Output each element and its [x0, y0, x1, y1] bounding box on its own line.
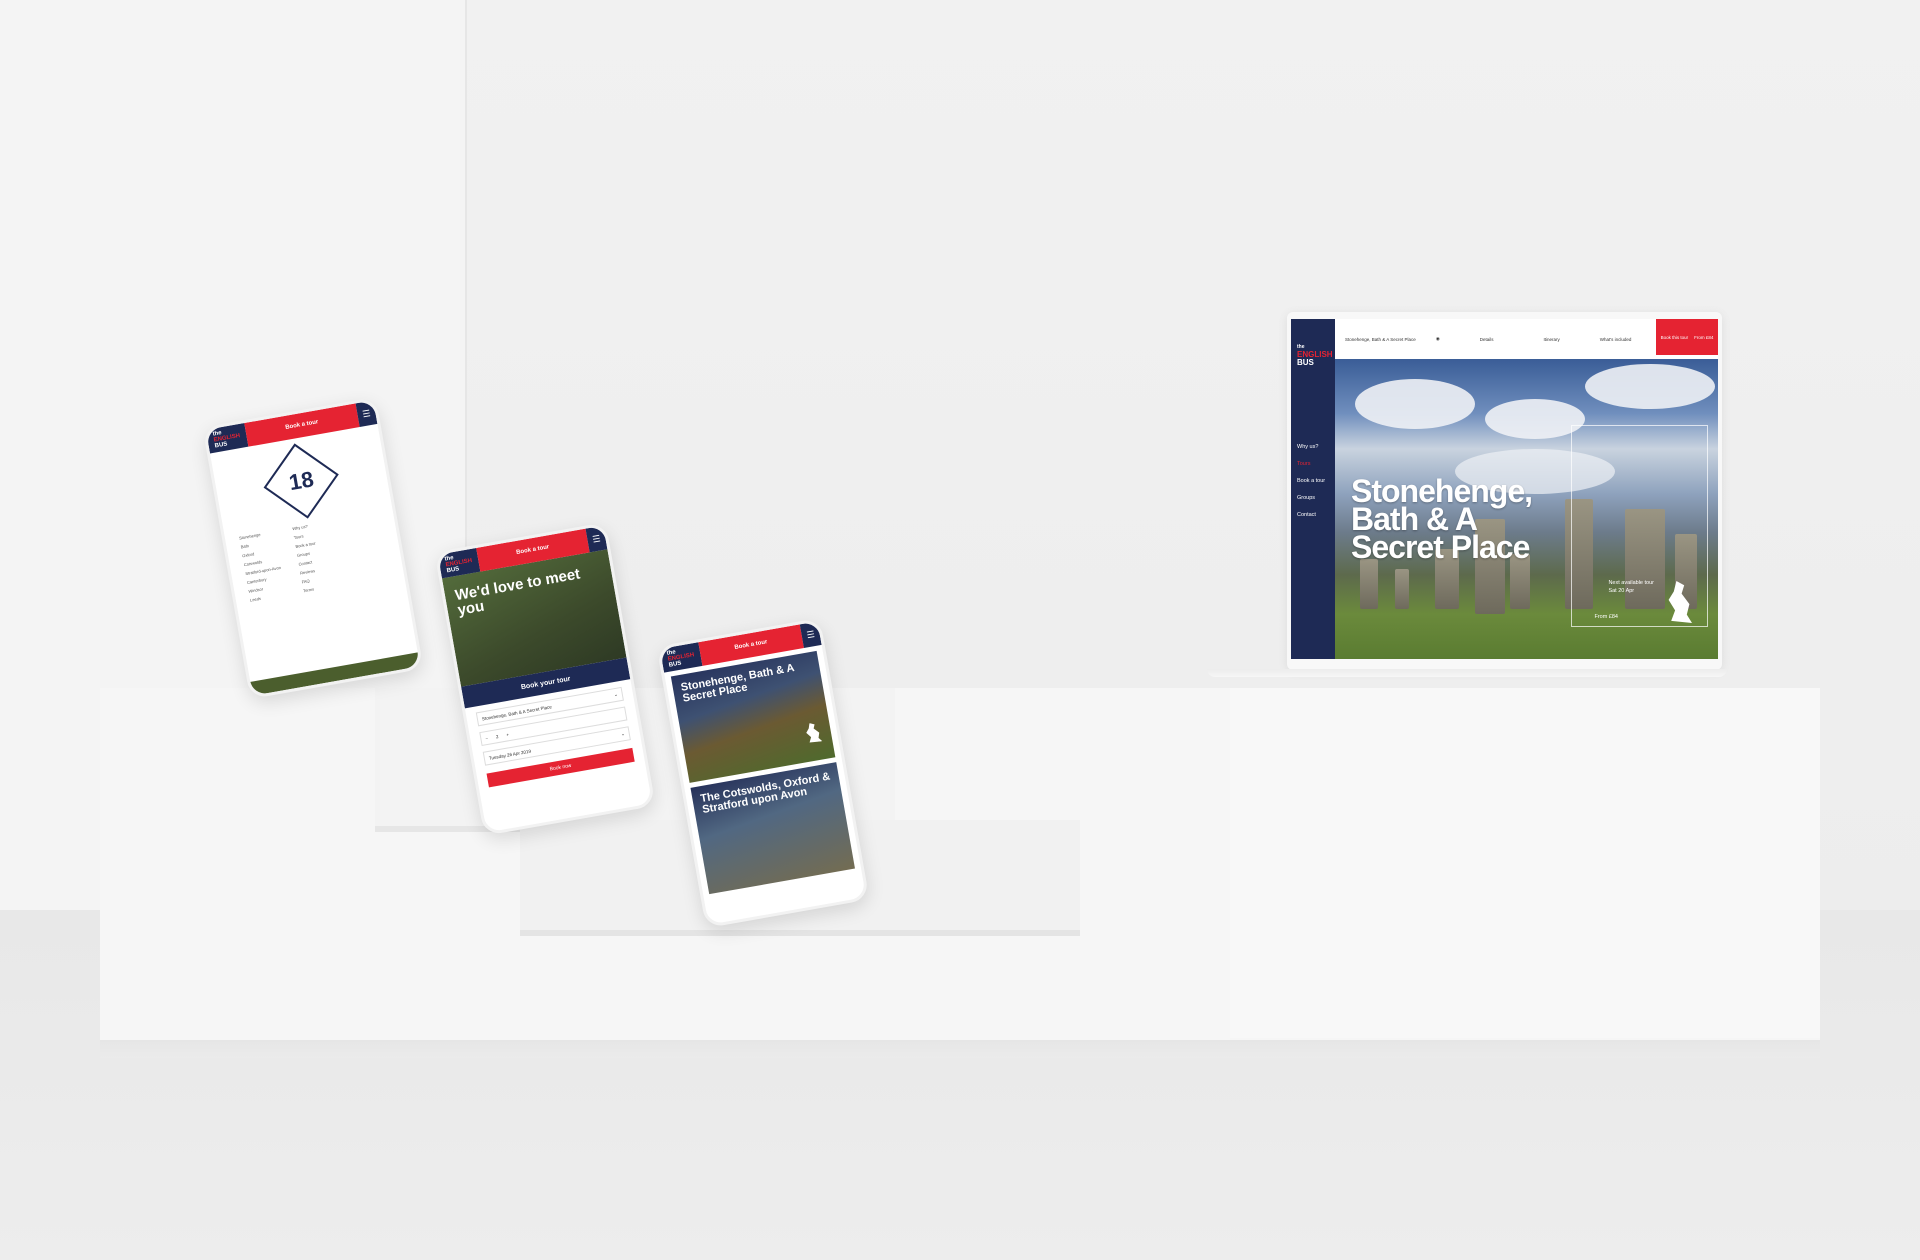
info-frame: [1571, 425, 1708, 627]
step-shadow: [520, 930, 1080, 936]
sidebar-item-why-us[interactable]: Why us?: [1297, 444, 1318, 450]
menu-icon[interactable]: ☰: [799, 621, 822, 648]
sitemap-link[interactable]: Why us?: [292, 523, 313, 532]
chevron-down-icon: ⌄: [613, 691, 619, 698]
sitemap-columns: Stonehenge Bath Oxford Cotswolds Stratfo…: [224, 501, 406, 613]
sitemap-link[interactable]: Contact: [298, 558, 319, 566]
tour-card[interactable]: The Cotswolds, Oxford & Stratford upon A…: [690, 762, 855, 895]
hero-title: Stonehenge, Bath & A Secret Place: [1351, 473, 1533, 565]
badge-diamond: 18: [263, 443, 339, 519]
sitemap-col-1: Stonehenge Bath Oxford Cotswolds Stratfo…: [239, 529, 286, 603]
sidebar-item-groups[interactable]: Groups: [1297, 495, 1315, 501]
sitemap-col-2: Why us? Tours Book a tour Groups Contact…: [292, 523, 324, 594]
plinth-face: [1230, 688, 1820, 1038]
laptop-screen: the ENGLISH BUS Why us? Tours Book a tou…: [1291, 319, 1718, 659]
sitemap-link[interactable]: Terms: [303, 585, 324, 593]
from-price: From £84: [1594, 614, 1618, 620]
logo[interactable]: the ENGLISH BUS: [659, 642, 703, 673]
sitemap-link[interactable]: Tours: [293, 532, 314, 541]
sidebar-item-contact[interactable]: Contact: [1297, 512, 1316, 518]
price-label: From £84: [1694, 334, 1714, 340]
tab-details[interactable]: Details: [1470, 337, 1504, 342]
next-tour: Next available tour Sat 20 Apr: [1608, 580, 1654, 594]
book-this-tour-button[interactable]: Book this tour From £84: [1656, 319, 1718, 355]
tour-card-title: The Cotswolds, Oxford & Stratford upon A…: [699, 770, 832, 816]
sitemap-link[interactable]: Reviews: [300, 567, 321, 576]
menu-icon[interactable]: ☰: [355, 400, 378, 428]
tab-whats-included[interactable]: What's included: [1590, 337, 1642, 342]
laptop: the ENGLISH BUS Why us? Tours Book a tou…: [1207, 312, 1727, 677]
top-bar: Stonehenge, Bath & A Secret Place ◉ Deta…: [1335, 319, 1718, 359]
chevron-down-icon[interactable]: ◉: [1426, 336, 1450, 342]
logo[interactable]: the ENGLISH BUS: [1297, 343, 1333, 367]
menu-icon[interactable]: ☰: [585, 525, 608, 553]
tab-itinerary[interactable]: Itinerary: [1534, 337, 1570, 342]
plus-icon[interactable]: +: [506, 732, 509, 737]
chevron-down-icon: ⌄: [620, 731, 626, 737]
badge-number: 18: [286, 466, 316, 495]
hero-image: Stonehenge, Bath & A Secret Place Next a…: [1335, 359, 1718, 659]
sidebar-item-tours[interactable]: Tours: [1297, 461, 1310, 467]
tour-select[interactable]: Stonehenge, Bath & A Secret Place: [1335, 337, 1426, 342]
sitemap-link[interactable]: Leeds: [250, 592, 286, 603]
sitemap-link[interactable]: FAQ: [301, 576, 322, 584]
plinth-shadow: [100, 1040, 1820, 1058]
sitemap-link[interactable]: Groups: [297, 549, 318, 558]
sitemap-link[interactable]: Book a tour: [295, 541, 316, 549]
tour-card-title: Stonehenge, Bath & A Secret Place: [679, 662, 795, 705]
tour-card[interactable]: Stonehenge, Bath & A Secret Place: [670, 650, 836, 783]
sidebar-item-book[interactable]: Book a tour: [1297, 478, 1325, 484]
sidebar: the ENGLISH BUS Why us? Tours Book a tou…: [1291, 319, 1335, 659]
uk-map-icon: [803, 722, 822, 744]
laptop-base: [1207, 669, 1727, 677]
logo[interactable]: the ENGLISH BUS: [205, 423, 249, 454]
minus-icon[interactable]: −: [485, 735, 488, 740]
